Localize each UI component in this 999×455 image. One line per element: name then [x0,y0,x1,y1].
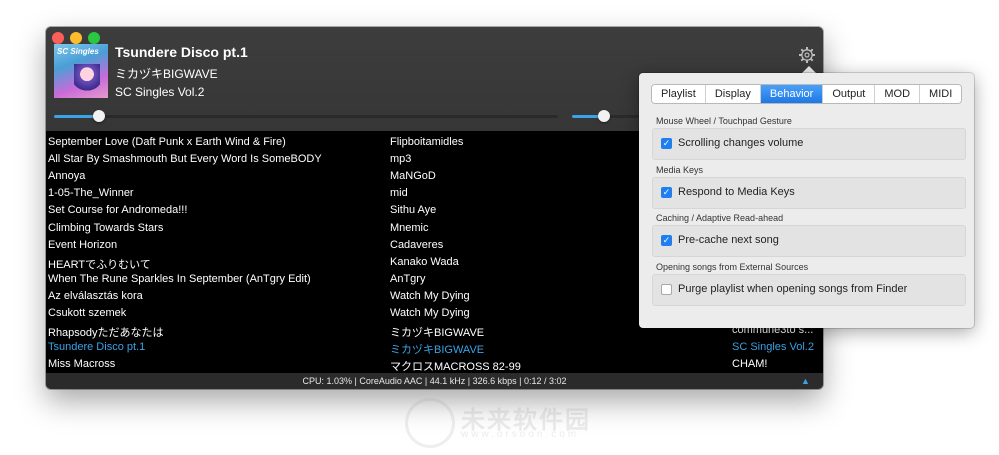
playlist-row-title: Miss Macross [48,358,116,371]
volume-slider[interactable] [572,110,644,122]
playlist-row[interactable]: Miss Macross マクロスMACROSS 82-99 CHAM! [46,356,823,373]
playlist-row-title: Annoya [48,170,86,183]
watermark-logo-icon [405,398,455,448]
option-label[interactable]: Purge playlist when opening songs from F… [678,283,907,295]
tab-midi[interactable]: MIDI [920,85,962,103]
seek-slider-knob[interactable] [93,110,106,122]
album-art-label: SC Singles [57,47,99,56]
playlist-row[interactable]: Tsundere Disco pt.1 ミカヅキBIGWAVE SC Singles… [46,339,823,356]
playlist-row-artist: マクロスMACROSS 82-99 [390,361,521,374]
tab-behavior[interactable]: Behavior [760,85,824,103]
preferences-tab-bar: Playlist Display Behavior Output MOD MIDI [651,84,963,104]
playlist-row-artist: ミカヅキBIGWAVE [390,344,485,357]
option-checkbox[interactable]: ✓ [661,138,672,149]
playlist-row-title: HEARTでふりむいて [48,258,151,271]
status-bar: CPU: 1.03% | CoreAudio AAC | 44.1 kHz | … [46,373,823,389]
option-label[interactable]: Pre-cache next song [678,234,779,246]
track-album: SC Singles Vol.2 [115,85,205,99]
playlist-row-title: Climbing Towards Stars [48,221,164,234]
volume-slider-knob[interactable] [598,110,611,122]
minimize-window-button[interactable] [70,32,82,44]
playlist-row-title: Set Course for Andromeda!!! [48,204,188,217]
album-art: SC Singles [54,44,108,98]
maximize-window-button[interactable] [88,32,100,44]
playlist-row-title: Csukott szemek [48,307,127,319]
tab-mod[interactable]: MOD [875,85,921,103]
section-heading: Opening songs from External Sources [656,261,809,272]
track-artist: ミカヅキBIGWAVE [115,67,218,81]
tab-display[interactable]: Display [705,85,761,103]
playlist-row-title: All Star By Smashmouth But Every Word Is… [48,153,322,166]
status-text: CPU: 1.03% | CoreAudio AAC | 44.1 kHz | … [302,376,567,386]
section-heading: Mouse Wheel / Touchpad Gesture [656,116,792,126]
playlist-row-title: Event Horizon [48,238,118,251]
option-checkbox[interactable]: ✓ [661,235,672,246]
playlist-row-title: Az elválasztás kora [48,289,143,302]
playlist-row-title: Rhapsodyただあなたは [48,327,164,340]
section-box: Purge playlist when opening songs from F… [652,273,966,306]
option-label[interactable]: Respond to Media Keys [678,186,795,198]
playlist-row-title: When The Rune Sparkles In September (AnT… [48,272,311,285]
tab-output[interactable]: Output [823,85,876,103]
playlist-row-album: SC Singles Vol.2 [732,341,814,354]
playlist-row-title: 1-05-The_Winner [48,187,134,200]
section-box: ✓ Scrolling changes volume [652,128,966,160]
section-box: ✓ Respond to Media Keys [652,176,966,209]
collapse-arrow-icon[interactable]: ▲ [801,373,810,389]
track-title: Tsundere Disco pt.1 [115,44,248,60]
section-heading: Media Keys [656,164,704,175]
close-window-button[interactable] [52,32,64,44]
playlist-row-title: September Love (Daft Punk x Earth Wind &… [48,136,286,148]
album-art-figure [74,64,100,98]
seek-slider[interactable] [54,110,558,122]
watermark-url: www.orsoon.com [461,429,580,440]
gear-icon-graphic [799,47,815,63]
watermark: 未来软件园 www.orsoon.com [405,396,615,448]
preferences-popover: Playlist Display Behavior Output MOD MIDI Mou… [639,73,974,328]
gear-icon[interactable] [798,46,816,64]
section-box: ✓ Pre-cache next song [652,225,966,257]
option-checkbox[interactable]: ✓ [661,186,672,198]
playlist-row-title: Tsundere Disco pt.1 [48,341,146,354]
tab-playlist[interactable]: Playlist [652,85,706,103]
option-label[interactable]: Scrolling changes volume [678,137,803,149]
section-heading: Caching / Adaptive Read-ahead [656,213,784,223]
option-checkbox[interactable] [661,283,672,295]
playlist-row-album: CHAM! [732,358,768,371]
